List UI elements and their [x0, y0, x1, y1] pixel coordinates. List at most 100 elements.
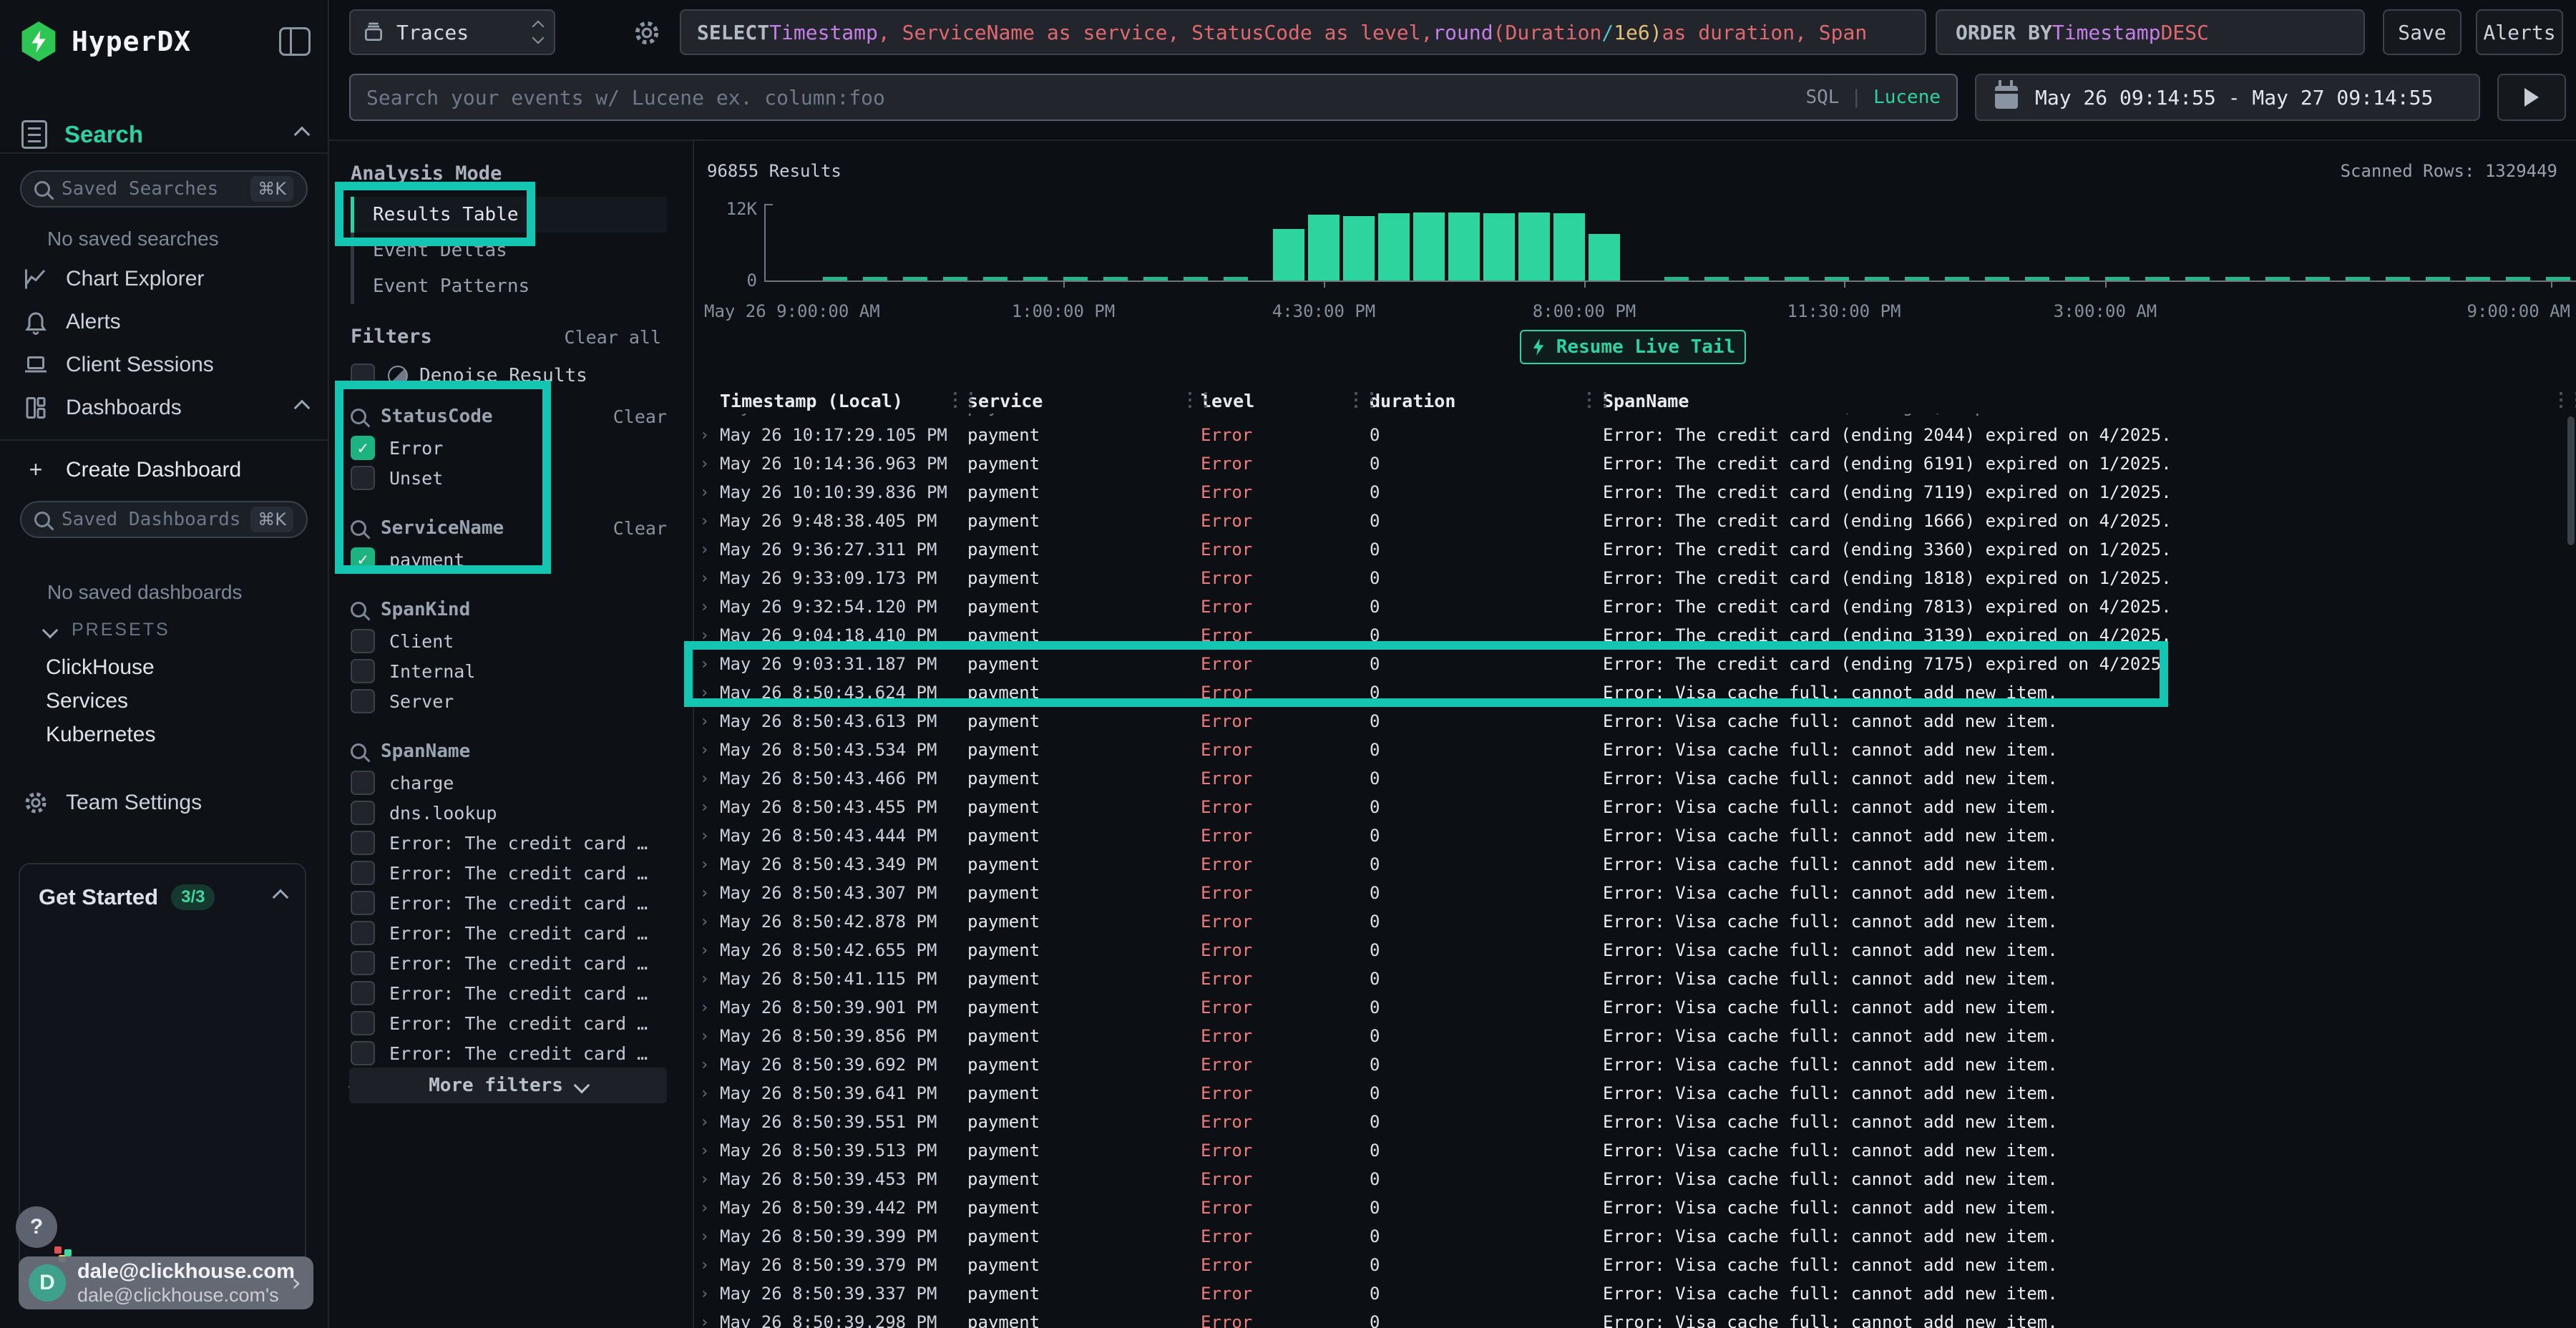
checkbox-icon[interactable]: [351, 1011, 375, 1035]
help-button[interactable]: ?: [16, 1206, 57, 1248]
table-row[interactable]: ›May 26 9:48:38.405 PMpaymentError0Error…: [694, 507, 2576, 535]
row-expand-chevron-icon[interactable]: ›: [700, 598, 720, 616]
saved-searches-field[interactable]: [62, 178, 250, 200]
row-expand-chevron-icon[interactable]: ›: [700, 1171, 720, 1188]
sidebar-item-alerts[interactable]: Alerts: [21, 309, 308, 335]
checkbox-icon[interactable]: [351, 861, 375, 885]
row-expand-chevron-icon[interactable]: ›: [700, 655, 720, 673]
filter-option[interactable]: Error: The credit card …: [351, 918, 667, 948]
sidebar-item-chart-explorer[interactable]: Chart Explorer: [21, 266, 308, 292]
row-expand-chevron-icon[interactable]: ›: [700, 1199, 720, 1217]
filter-option[interactable]: Error: The credit card …: [351, 828, 667, 858]
histogram-bar[interactable]: [1483, 213, 1515, 280]
table-row[interactable]: ›May 26 10:17:29.105 PMpaymentError0Erro…: [694, 421, 2576, 449]
row-expand-chevron-icon[interactable]: ›: [700, 570, 720, 587]
row-expand-chevron-icon[interactable]: ›: [700, 713, 720, 731]
checkbox-icon[interactable]: [351, 891, 375, 915]
row-expand-chevron-icon[interactable]: ›: [700, 1314, 720, 1328]
row-expand-chevron-icon[interactable]: ›: [700, 1285, 720, 1303]
row-expand-chevron-icon[interactable]: ›: [700, 1056, 720, 1074]
column-resize-handle[interactable]: ⋮⋮: [946, 389, 977, 411]
row-expand-chevron-icon[interactable]: ›: [700, 799, 720, 816]
column-header-duration[interactable]: duration: [1370, 391, 1603, 411]
histogram-bar[interactable]: [1273, 229, 1304, 280]
table-row[interactable]: ›May 26 10:10:39.836 PMpaymentError0Erro…: [694, 478, 2576, 507]
event-search-bar[interactable]: SQL | Lucene: [349, 74, 1958, 121]
checkbox-icon[interactable]: [351, 629, 375, 653]
table-row[interactable]: ›May 26 8:50:39.692 PMpaymentError0Error…: [694, 1050, 2576, 1079]
table-row[interactable]: ›May 26 8:50:43.466 PMpaymentError0Error…: [694, 764, 2576, 793]
row-expand-chevron-icon[interactable]: ›: [700, 770, 720, 788]
analysis-mode-option[interactable]: Results Table: [351, 197, 667, 233]
table-row[interactable]: ›May 26 8:50:43.307 PMpaymentError0Error…: [694, 879, 2576, 907]
row-expand-chevron-icon[interactable]: ›: [700, 455, 720, 473]
table-row[interactable]: ›May 26 8:50:43.613 PMpaymentError0Error…: [694, 707, 2576, 736]
filter-option[interactable]: charge: [351, 768, 667, 798]
histogram-bar[interactable]: [1343, 216, 1375, 280]
table-row[interactable]: ›May 26 8:50:39.399 PMpaymentError0Error…: [694, 1222, 2576, 1251]
filter-option[interactable]: Internal: [351, 656, 667, 686]
table-row[interactable]: ›May 26 9:03:31.187 PMpaymentError0Error…: [694, 650, 2576, 678]
row-expand-chevron-icon[interactable]: ›: [700, 913, 720, 931]
checkbox-icon[interactable]: [351, 771, 375, 795]
create-dashboard-button[interactable]: + Create Dashboard: [21, 456, 308, 483]
row-expand-chevron-icon[interactable]: ›: [700, 856, 720, 874]
column-resize-handle[interactable]: ⋮⋮: [2552, 389, 2576, 411]
checkbox-icon[interactable]: [351, 981, 375, 1005]
row-expand-chevron-icon[interactable]: ›: [700, 884, 720, 902]
date-range-picker[interactable]: May 26 09:14:55 - May 27 09:14:55: [1975, 74, 2480, 121]
row-expand-chevron-icon[interactable]: ›: [700, 1027, 720, 1045]
checkbox-icon[interactable]: [351, 1041, 375, 1065]
table-row[interactable]: ›May 26 8:50:41.115 PMpaymentError0Error…: [694, 965, 2576, 993]
search-input[interactable]: [366, 86, 1805, 109]
histogram-bar[interactable]: [1308, 215, 1340, 280]
column-header-level[interactable]: level: [1201, 391, 1370, 411]
table-row[interactable]: ›May 26 8:50:39.379 PMpaymentError0Error…: [694, 1251, 2576, 1279]
row-expand-chevron-icon[interactable]: ›: [700, 1142, 720, 1160]
search-icon[interactable]: [351, 520, 366, 536]
checkbox-icon[interactable]: [351, 363, 375, 388]
table-row[interactable]: ›May 26 9:04:18.410 PMpaymentError0Error…: [694, 621, 2576, 650]
column-header-timestamp-local-[interactable]: Timestamp (Local): [720, 391, 967, 411]
filter-option[interactable]: dns.lookup: [351, 798, 667, 828]
row-expand-chevron-icon[interactable]: ›: [700, 1113, 720, 1131]
row-expand-chevron-icon[interactable]: ›: [700, 512, 720, 530]
histogram-bar[interactable]: [1518, 213, 1550, 280]
table-row[interactable]: ›May 26 8:50:39.337 PMpaymentError0Error…: [694, 1279, 2576, 1308]
row-expand-chevron-icon[interactable]: ›: [700, 741, 720, 759]
column-resize-handle[interactable]: ⋮⋮: [1347, 389, 1378, 411]
saved-dashboards-field[interactable]: [62, 509, 250, 530]
table-row[interactable]: ›May 26 8:50:42.655 PMpaymentError0Error…: [694, 936, 2576, 965]
more-filters-button[interactable]: More filters: [349, 1068, 667, 1103]
table-row[interactable]: ›May 26 10:14:36.963 PMpaymentError0Erro…: [694, 449, 2576, 478]
table-row[interactable]: ›May 26 8:50:42.878 PMpaymentError0Error…: [694, 907, 2576, 936]
filter-clear-button[interactable]: Clear: [613, 518, 667, 539]
presets-toggle[interactable]: PRESETS: [44, 620, 308, 640]
events-histogram[interactable]: 12K0May 26 9:00:00 AM1:00:00 PM4:30:00 P…: [694, 161, 2576, 326]
chevron-up-icon[interactable]: [294, 127, 311, 143]
histogram-bar[interactable]: [1413, 213, 1445, 280]
lang-sql-toggle[interactable]: SQL: [1805, 87, 1839, 108]
row-expand-chevron-icon[interactable]: ›: [700, 942, 720, 960]
sql-select-input[interactable]: SELECT Timestamp, ServiceName as service…: [680, 9, 1926, 55]
chevron-up-icon[interactable]: [273, 889, 289, 906]
scrollbar[interactable]: [2567, 416, 2575, 545]
analysis-mode-option[interactable]: Event Patterns: [351, 268, 667, 304]
sidebar-item-team-settings[interactable]: Team Settings: [21, 790, 308, 816]
row-expand-chevron-icon[interactable]: ›: [700, 1256, 720, 1274]
table-row[interactable]: ›May 26 9:33:09.173 PMpaymentError0Error…: [694, 564, 2576, 592]
lang-lucene-toggle[interactable]: Lucene: [1873, 87, 1941, 108]
filter-option[interactable]: Client: [351, 626, 667, 656]
save-button[interactable]: Save: [2383, 9, 2462, 55]
row-expand-chevron-icon[interactable]: ›: [700, 1228, 720, 1246]
filter-option[interactable]: Error: The credit card …: [351, 948, 667, 978]
row-expand-chevron-icon[interactable]: ›: [700, 484, 720, 502]
table-row[interactable]: ›May 26 8:50:43.349 PMpaymentError0Error…: [694, 850, 2576, 879]
sidebar-collapse-icon[interactable]: [279, 27, 311, 56]
clear-all-button[interactable]: Clear all: [565, 327, 661, 348]
filter-option[interactable]: Error: The credit card …: [351, 978, 667, 1008]
resume-live-tail-button[interactable]: Resume Live Tail: [1520, 330, 1746, 364]
table-row[interactable]: ›May 26 9:32:54.120 PMpaymentError0Error…: [694, 592, 2576, 621]
row-expand-chevron-icon[interactable]: ›: [700, 970, 720, 988]
row-expand-chevron-icon[interactable]: ›: [700, 627, 720, 645]
